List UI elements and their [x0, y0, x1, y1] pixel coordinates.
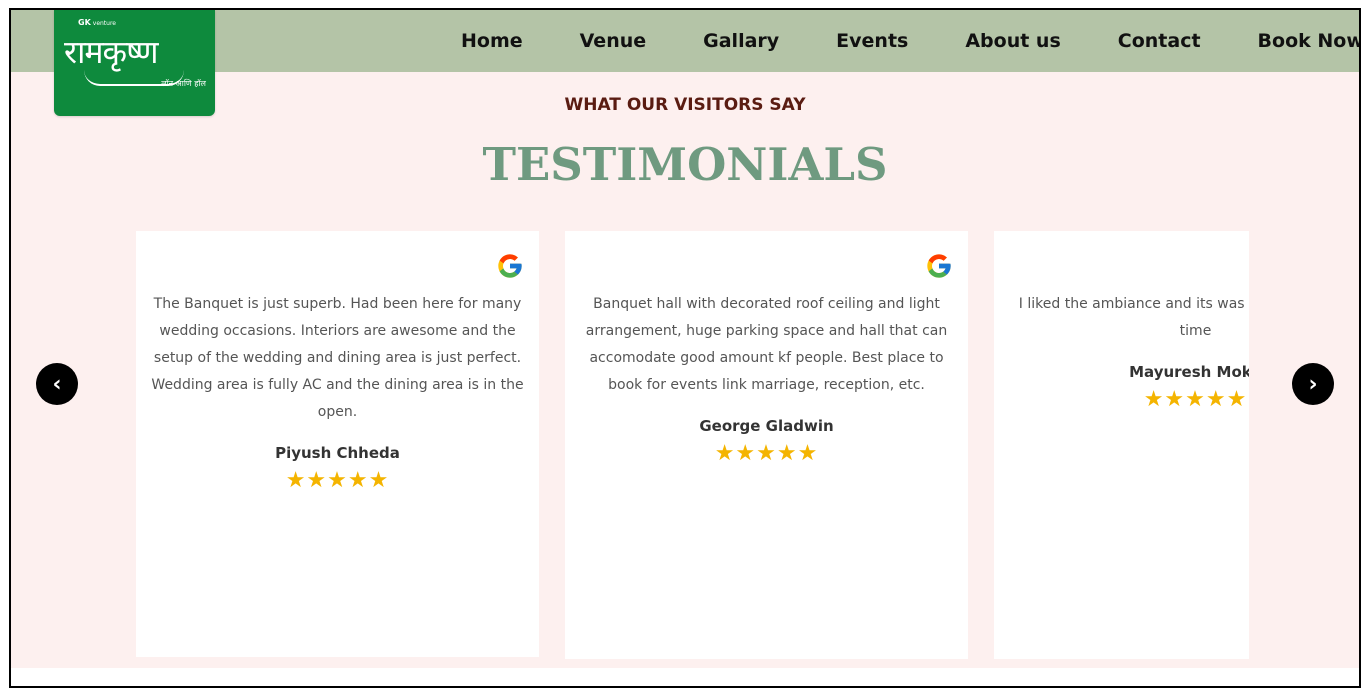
nav-home[interactable]: Home	[461, 30, 523, 52]
testimonial-body: Banquet hall with decorated roof ceiling…	[577, 291, 956, 467]
chevron-right-icon: ›	[1308, 371, 1318, 397]
chevron-left-icon: ‹	[52, 371, 62, 397]
nav-gallery[interactable]: Gallary	[703, 30, 779, 52]
navbar: GK venture रामकृष्ण लॉन आणि हॉल Home Venu…	[11, 10, 1359, 116]
testimonials-section: WHAT OUR VISITORS SAY TESTIMONIALS The B…	[11, 72, 1359, 668]
testimonial-card: Banquet hall with decorated roof ceiling…	[565, 231, 968, 659]
nav-events[interactable]: Events	[836, 30, 908, 52]
section-heading: TESTIMONIALS	[482, 138, 888, 191]
site-logo[interactable]: GK venture रामकृष्ण लॉन आणि हॉल	[54, 10, 215, 116]
logo-tagline: लॉन आणि हॉल	[161, 79, 206, 88]
star-rating: ★★★★★	[714, 441, 819, 466]
logo-name: रामकृष्ण	[64, 33, 159, 71]
reviewer-name: George Gladwin	[699, 417, 834, 435]
testimonial-body: I liked the ambiance and its was this pl…	[1002, 291, 1249, 413]
reviewer-name: Mayuresh Moka	[1129, 363, 1249, 381]
testimonial-card: The Banquet is just superb. Had been her…	[136, 231, 539, 657]
testimonial-card: I liked the ambiance and its was this pl…	[994, 231, 1249, 659]
reviewer-name: Piyush Chheda	[275, 444, 400, 462]
nav-contact[interactable]: Contact	[1118, 30, 1201, 52]
testimonial-text: Banquet hall with decorated roof ceiling…	[585, 296, 948, 393]
testimonial-text: I liked the ambiance and its was this pl…	[1018, 296, 1249, 339]
google-icon	[495, 251, 525, 281]
nav-about[interactable]: About us	[965, 30, 1060, 52]
star-rating: ★★★★★	[285, 468, 390, 493]
star-rating: ★★★★★	[1143, 387, 1248, 412]
testimonial-body: The Banquet is just superb. Had been her…	[148, 291, 527, 494]
nav-venue[interactable]: Venue	[580, 30, 647, 52]
main-nav: Home Venue Gallary Events About us Conta…	[461, 10, 1359, 72]
nav-book-now[interactable]: Book Now	[1258, 30, 1359, 52]
logo-brand: GK venture	[78, 18, 116, 27]
testimonial-carousel: The Banquet is just superb. Had been her…	[136, 231, 1249, 671]
testimonial-text: The Banquet is just superb. Had been her…	[151, 296, 524, 420]
google-icon	[924, 251, 954, 281]
carousel-prev-button[interactable]: ‹	[36, 363, 78, 405]
page-frame: GK venture रामकृष्ण लॉन आणि हॉल Home Venu…	[9, 8, 1361, 688]
carousel-next-button[interactable]: ›	[1292, 363, 1334, 405]
